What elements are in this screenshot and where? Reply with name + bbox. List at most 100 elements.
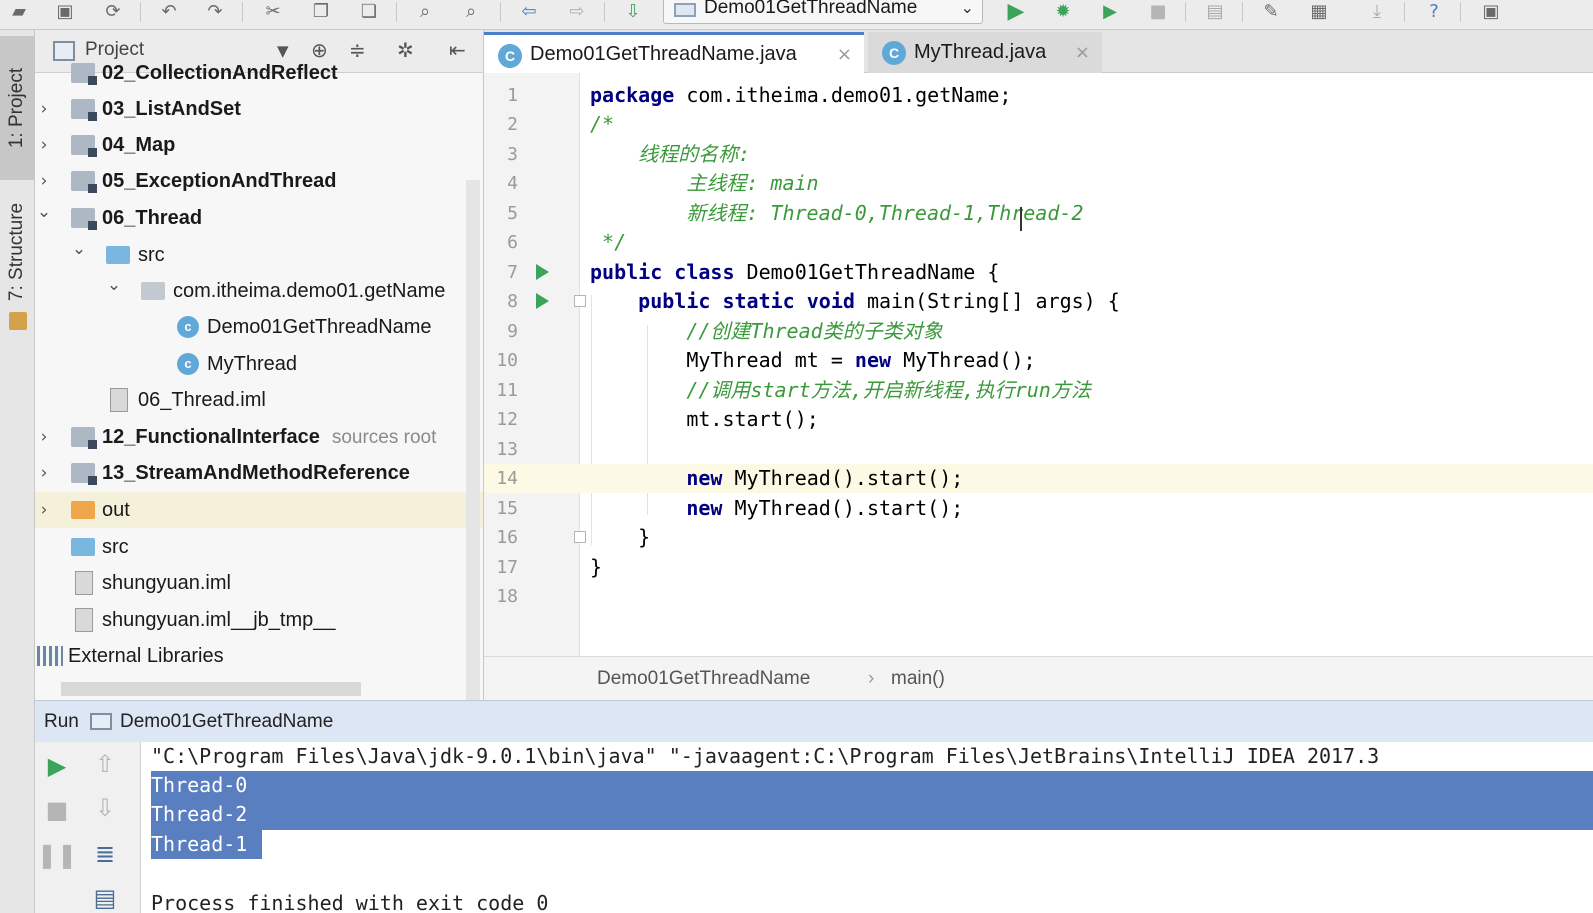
open-folder-icon[interactable]: ▰	[6, 0, 32, 22]
run-icon[interactable]: ▶	[1003, 0, 1029, 24]
code-text: //创建Thread类的子类对象	[590, 319, 943, 343]
stop-icon[interactable]: ■	[41, 794, 73, 826]
code-line-18: 18	[484, 582, 1593, 611]
code-text: 线程的名称:	[590, 142, 751, 166]
chevron-right-icon[interactable]: ›	[35, 171, 54, 191]
tree-item-shungyuan-iml[interactable]: shungyuan.iml	[35, 565, 483, 601]
copy-icon[interactable]: ❐	[308, 0, 334, 22]
run-configuration-label: Demo01GetThreadName	[704, 0, 918, 18]
line-number: 13	[496, 439, 518, 460]
code-line-15: 15 new MyThread().start();	[484, 494, 1593, 523]
code-line-6: 6 */	[484, 228, 1593, 257]
module-icon	[71, 208, 97, 230]
chevron-down-icon[interactable]: ⌄	[104, 275, 124, 295]
editor-tab-bar: C Demo01GetThreadName.java × C MyThread.…	[484, 30, 1593, 73]
tree-item-package-getname[interactable]: ⌄ com.itheima.demo01.getName	[35, 273, 483, 309]
module-icon	[71, 427, 97, 449]
save-icon[interactable]: ▣	[52, 0, 78, 22]
tree-item-04-map[interactable]: › 04_Map	[35, 127, 483, 163]
tree-item-out[interactable]: › out	[35, 492, 483, 528]
rerun-icon[interactable]: ▶	[41, 750, 73, 782]
line-number: 8	[507, 291, 518, 312]
chevron-right-icon[interactable]: ›	[35, 99, 54, 119]
structure-tool-tab[interactable]: 7: Structure	[0, 190, 35, 314]
settings-wrench-icon[interactable]: ✎	[1258, 0, 1284, 22]
help-icon[interactable]: ?	[1421, 0, 1447, 22]
code-text: 新线程: Thread-0,Thread-1,Thread-2	[590, 201, 1084, 225]
sdk-download-icon[interactable]: ⤓	[1364, 0, 1390, 22]
tree-item-05-exceptionandthread[interactable]: › 05_ExceptionAndThread	[35, 163, 483, 199]
fold-icon[interactable]	[574, 531, 586, 543]
close-icon[interactable]: ×	[1075, 42, 1090, 63]
coverage-icon[interactable]: ▶	[1097, 0, 1123, 22]
package-icon	[141, 282, 165, 300]
chevron-right-icon[interactable]: ›	[35, 500, 54, 520]
build-icon[interactable]: ⇩	[620, 0, 646, 22]
close-icon[interactable]: ×	[837, 44, 852, 65]
tree-item-12-functionalinterface[interactable]: › 12_FunctionalInterface sources root	[35, 419, 483, 455]
run-console-output[interactable]: "C:\Program Files\Java\jdk-9.0.1\bin\jav…	[141, 742, 1593, 913]
line-number: 10	[496, 350, 518, 371]
run-configuration-selector[interactable]: Demo01GetThreadName ⌄	[663, 0, 983, 24]
tree-item-external-libraries[interactable]: External Libraries	[35, 638, 483, 674]
find-icon[interactable]: ⌕	[412, 0, 438, 22]
tree-item-13-streamandmethodreference[interactable]: › 13_StreamAndMethodReference	[35, 455, 483, 491]
back-icon[interactable]: ⇦	[516, 0, 542, 22]
tree-item-06-thread[interactable]: ⌄ 06_Thread	[35, 200, 483, 236]
down-arrow-icon[interactable]: ⇩	[89, 792, 121, 824]
code-text: public static void main(String[] args) {	[590, 289, 1120, 313]
tab-demo01getthreadname-java[interactable]: C Demo01GetThreadName.java ×	[484, 32, 864, 73]
project-horizontal-scrollbar[interactable]	[61, 682, 361, 696]
chevron-right-icon[interactable]: ›	[35, 427, 54, 447]
chevron-down-icon[interactable]: ⌄	[35, 202, 54, 222]
up-arrow-icon[interactable]: ⇧	[89, 748, 121, 780]
soft-wrap-icon[interactable]: ≣	[89, 838, 121, 870]
debug-icon[interactable]: ✹	[1050, 0, 1076, 22]
tree-item-src[interactable]: ⌄ src	[35, 237, 483, 273]
chevron-down-icon[interactable]: ⌄	[69, 239, 89, 259]
replace-icon[interactable]: ⌕	[458, 0, 484, 22]
redo-icon[interactable]: ↷	[202, 0, 228, 22]
text-cursor	[1020, 207, 1022, 231]
tree-item-root-src[interactable]: src	[35, 529, 483, 565]
event-log-icon[interactable]: ▣	[1478, 0, 1504, 22]
run-gutter-icon[interactable]	[536, 264, 549, 280]
tree-item-label: 13_StreamAndMethodReference	[102, 461, 410, 484]
run-tab-label[interactable]: Demo01GetThreadName	[120, 711, 333, 733]
sync-icon[interactable]: ⟳	[100, 0, 126, 22]
project-vertical-scrollbar[interactable]	[466, 180, 480, 700]
toolbar-divider	[1185, 2, 1186, 22]
tree-item-label: out	[102, 498, 130, 521]
chevron-right-icon[interactable]: ›	[35, 463, 54, 483]
breadcrumb-class[interactable]: Demo01GetThreadName	[597, 668, 810, 690]
project-tool-tab[interactable]: 1: Project	[0, 36, 35, 180]
tab-mythread-java[interactable]: C MyThread.java ×	[868, 32, 1102, 73]
code-line-1: 1 package com.itheima.demo01.getName;	[484, 81, 1593, 110]
tree-item-02-collectionandreflect[interactable]: 02_CollectionAndReflect	[35, 55, 483, 91]
undo-icon[interactable]: ↶	[156, 0, 182, 22]
print-icon[interactable]: ▤	[89, 882, 121, 913]
tree-item-demo01getthreadname[interactable]: c Demo01GetThreadName	[35, 309, 483, 345]
chevron-right-icon[interactable]: ›	[35, 135, 54, 155]
tree-item-label: com.itheima.demo01.getName	[173, 279, 446, 302]
fold-icon[interactable]	[574, 295, 586, 307]
stop-icon[interactable]: ■	[1145, 0, 1171, 22]
tree-item-shungyuan-iml-tmp[interactable]: shungyuan.iml__jb_tmp__	[35, 602, 483, 638]
sources-root-hint: sources root	[331, 426, 437, 448]
code-editor[interactable]: 1 package com.itheima.demo01.getName; 2 …	[484, 73, 1593, 656]
run-gutter-icon[interactable]	[536, 293, 549, 309]
vcs-icon[interactable]: ▤	[1202, 0, 1228, 22]
tree-item-mythread[interactable]: c MyThread	[35, 346, 483, 382]
project-structure-icon[interactable]: ▦	[1306, 0, 1332, 22]
paste-icon[interactable]: ❏	[356, 0, 382, 22]
forward-icon[interactable]: ⇨	[564, 0, 590, 22]
code-text: */	[590, 230, 627, 254]
breadcrumb-method[interactable]: main()	[891, 668, 945, 690]
tree-item-03-listandset[interactable]: › 03_ListAndSet	[35, 91, 483, 127]
pause-icon[interactable]: ❚❚	[37, 839, 77, 871]
code-line-13: 13	[484, 435, 1593, 464]
java-class-icon: c	[177, 353, 199, 375]
chevron-down-icon: ⌄	[960, 0, 974, 17]
cut-icon[interactable]: ✂	[260, 0, 286, 22]
tree-item-06-thread-iml[interactable]: 06_Thread.iml	[35, 382, 483, 418]
